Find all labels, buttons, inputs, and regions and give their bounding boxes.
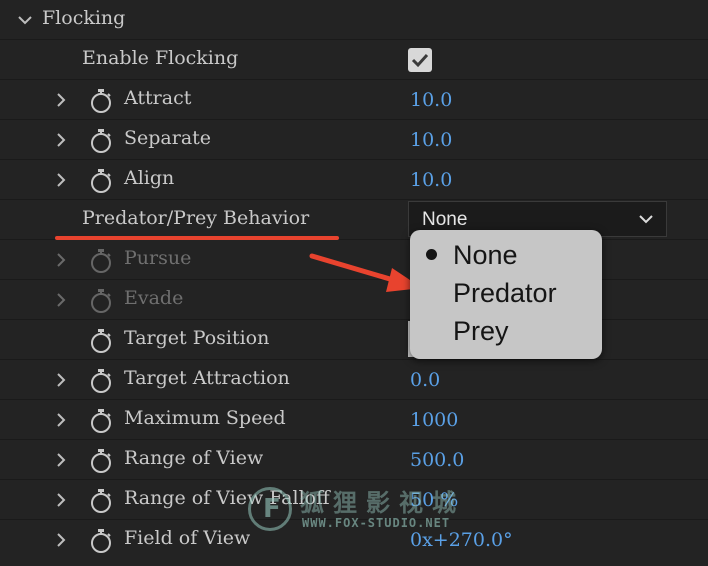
align-label: Align [124, 167, 175, 189]
checkmark-icon [411, 53, 429, 68]
annotation-underline [55, 236, 339, 240]
row-separate: Separate 10.0 [0, 120, 708, 160]
effect-controls-panel: Flocking Enable Flocking Attract 10.0 Se… [0, 0, 708, 566]
pursue-label: Pursue [124, 247, 192, 269]
stopwatch-icon[interactable] [89, 88, 113, 114]
attract-value[interactable]: 10.0 [410, 89, 452, 111]
range-of-view-label: Range of View [124, 447, 264, 469]
dropdown-selected-value: None [422, 209, 468, 230]
chevron-right-icon[interactable] [53, 411, 69, 429]
chevron-right-icon[interactable] [53, 251, 69, 269]
row-align: Align 10.0 [0, 160, 708, 200]
stopwatch-icon [91, 289, 111, 313]
predator-prey-label: Predator/Prey Behavior [82, 207, 310, 229]
row-target-attraction: Target Attraction 0.0 [0, 360, 708, 400]
chevron-down-icon[interactable] [17, 13, 33, 27]
maximum-speed-label: Maximum Speed [124, 407, 286, 429]
chevron-right-icon[interactable] [53, 371, 69, 389]
chevron-right-icon[interactable] [53, 531, 69, 549]
chevron-right-icon[interactable] [53, 131, 69, 149]
stopwatch-icon[interactable] [89, 408, 113, 434]
stopwatch-icon [91, 249, 111, 273]
row-range-of-view: Range of View 500.0 [0, 440, 708, 480]
field-of-view-label: Field of View [124, 527, 251, 549]
stopwatch-icon[interactable] [89, 488, 113, 514]
range-of-view-falloff-label: Range of View Falloff [124, 487, 330, 509]
maximum-speed-value[interactable]: 1000 [410, 409, 458, 431]
field-of-view-value[interactable]: 0x+270.0° [410, 529, 513, 551]
target-attraction-label: Target Attraction [124, 367, 290, 389]
enable-flocking-checkbox[interactable] [408, 48, 432, 72]
bullet-icon [426, 249, 437, 260]
stopwatch-icon[interactable] [89, 168, 113, 194]
predator-prey-menu: None Predator Prey [410, 230, 602, 359]
row-field-of-view: Field of View 0x+270.0° [0, 520, 708, 560]
separate-value[interactable]: 10.0 [410, 129, 452, 151]
section-title: Flocking [42, 7, 126, 29]
stopwatch-icon[interactable] [89, 368, 113, 394]
range-of-view-value[interactable]: 500.0 [410, 449, 464, 471]
row-maximum-speed: Maximum Speed 1000 [0, 400, 708, 440]
menu-option-prey[interactable]: Prey [453, 316, 509, 347]
chevron-down-icon [639, 215, 653, 224]
evade-label: Evade [124, 287, 184, 309]
row-range-of-view-falloff: Range of View Falloff 50 % [0, 480, 708, 520]
stopwatch-icon[interactable] [89, 448, 113, 474]
chevron-right-icon[interactable] [53, 171, 69, 189]
target-position-label: Target Position [124, 327, 270, 349]
menu-option-predator[interactable]: Predator [453, 278, 557, 309]
chevron-right-icon[interactable] [53, 291, 69, 309]
attract-label: Attract [124, 87, 192, 109]
row-enable-flocking: Enable Flocking [0, 40, 708, 80]
separate-label: Separate [124, 127, 212, 149]
chevron-right-icon[interactable] [53, 91, 69, 109]
stopwatch-icon[interactable] [89, 328, 113, 354]
chevron-right-icon[interactable] [53, 491, 69, 509]
menu-option-none[interactable]: None [453, 240, 518, 271]
section-header-flocking[interactable]: Flocking [0, 0, 708, 40]
chevron-right-icon[interactable] [53, 451, 69, 469]
row-attract: Attract 10.0 [0, 80, 708, 120]
stopwatch-icon[interactable] [89, 128, 113, 154]
stopwatch-icon[interactable] [89, 528, 113, 554]
target-attraction-value[interactable]: 0.0 [410, 369, 440, 391]
align-value[interactable]: 10.0 [410, 169, 452, 191]
enable-flocking-label: Enable Flocking [82, 47, 239, 69]
range-of-view-falloff-value[interactable]: 50 % [410, 489, 458, 511]
